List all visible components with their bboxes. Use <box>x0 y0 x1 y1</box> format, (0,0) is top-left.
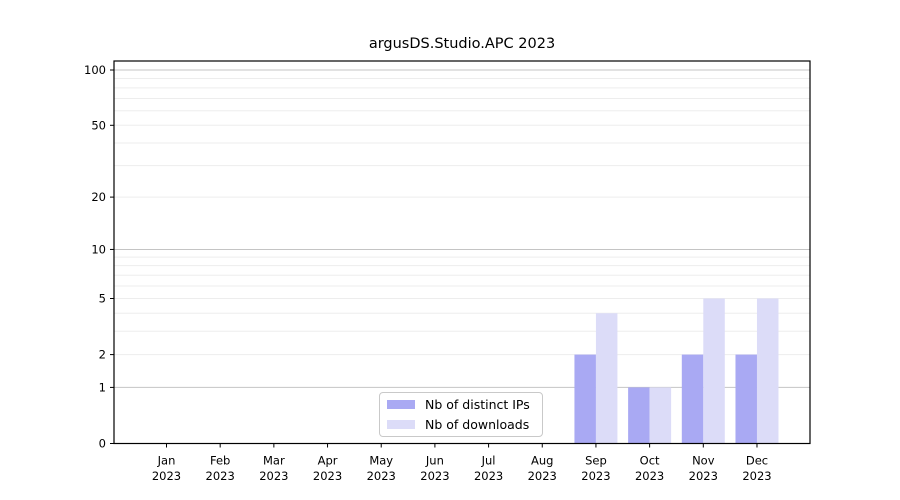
x-tick-label-year: 2023 <box>742 469 771 483</box>
bar-distinct-ips <box>682 355 704 444</box>
y-tick-label: 0 <box>99 437 106 451</box>
bar-distinct-ips <box>628 387 650 443</box>
x-tick-label-year: 2023 <box>367 469 396 483</box>
x-tick-label-year: 2023 <box>528 469 557 483</box>
x-tick-label-month: Jan <box>157 454 176 468</box>
x-tick-label-month: Jun <box>425 454 444 468</box>
x-tick-label-month: May <box>369 454 393 468</box>
x-tick-label-year: 2023 <box>420 469 449 483</box>
x-tick-label-month: Mar <box>263 454 285 468</box>
y-tick-label: 2 <box>99 348 106 362</box>
x-tick-label-year: 2023 <box>206 469 235 483</box>
y-tick-label: 50 <box>91 118 106 132</box>
bar-downloads <box>596 313 618 443</box>
x-tick-label-month: Oct <box>640 454 660 468</box>
legend-row-distinct-ips: Nb of distinct IPs <box>387 397 542 412</box>
x-tick-label-year: 2023 <box>259 469 288 483</box>
y-tick-label: 10 <box>91 242 106 256</box>
legend: Nb of distinct IPs Nb of downloads <box>379 392 543 437</box>
x-tick-label-year: 2023 <box>313 469 342 483</box>
legend-swatch-downloads <box>387 420 415 429</box>
x-tick-label-year: 2023 <box>474 469 503 483</box>
x-tick-label-month: Feb <box>210 454 230 468</box>
x-tick-label-year: 2023 <box>152 469 181 483</box>
x-tick-label-month: Nov <box>692 454 715 468</box>
x-tick-label-year: 2023 <box>581 469 610 483</box>
x-tick-label-year: 2023 <box>635 469 664 483</box>
x-tick-label-year: 2023 <box>689 469 718 483</box>
y-tick-label: 1 <box>99 380 106 394</box>
legend-swatch-distinct-ips <box>387 400 415 409</box>
y-tick-label: 100 <box>84 63 106 77</box>
y-tick-label: 5 <box>99 291 106 305</box>
bar-downloads <box>650 387 672 443</box>
x-tick-label-month: Apr <box>318 454 338 468</box>
legend-row-downloads: Nb of downloads <box>387 417 542 432</box>
bar-distinct-ips <box>735 355 757 444</box>
bar-downloads <box>757 298 779 443</box>
chart-figure: argusDS.Studio.APC 2023 0125102050100Jan… <box>0 0 900 500</box>
legend-label-downloads: Nb of downloads <box>425 417 529 432</box>
legend-label-distinct-ips: Nb of distinct IPs <box>425 397 530 412</box>
bar-distinct-ips <box>574 355 596 444</box>
x-tick-label-month: Dec <box>746 454 768 468</box>
x-tick-label-month: Aug <box>531 454 553 468</box>
x-tick-label-month: Jul <box>481 454 496 468</box>
y-tick-label: 20 <box>91 190 106 204</box>
x-tick-label-month: Sep <box>585 454 607 468</box>
bar-downloads <box>703 298 725 443</box>
